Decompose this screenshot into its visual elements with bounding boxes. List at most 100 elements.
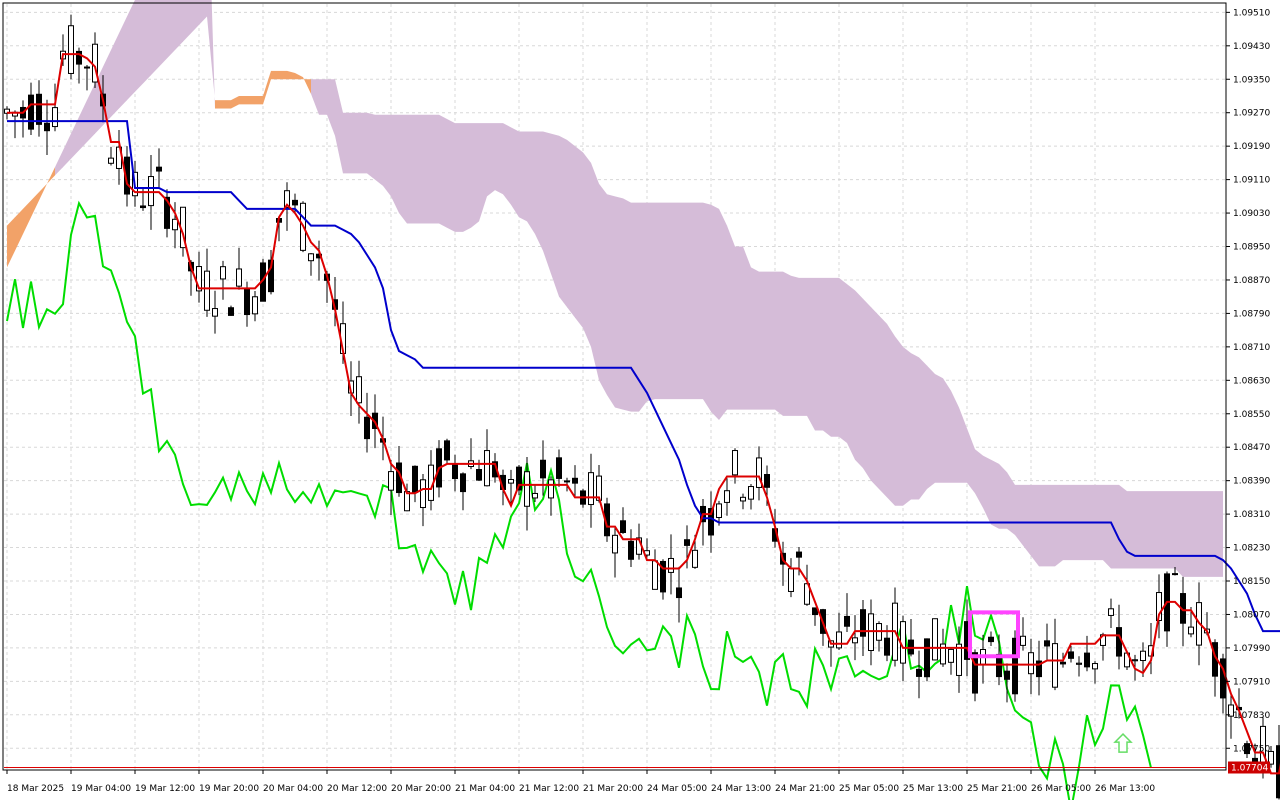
cloud-segment: [855, 290, 863, 469]
price-tick-label: 1.08790: [1233, 309, 1270, 319]
candle-body: [524, 471, 530, 507]
candle-body: [692, 549, 698, 568]
time-tick-label: 19 Mar 12:00: [135, 784, 195, 794]
candle-body: [420, 479, 426, 509]
candle-body: [676, 587, 682, 599]
candle-body: [1188, 626, 1194, 635]
candle-body: [612, 534, 618, 554]
price-tick-label: 1.08070: [1233, 610, 1270, 620]
cloud-segment: [687, 202, 695, 400]
candle-body: [84, 66, 90, 69]
price-tick-label: 1.09190: [1233, 142, 1270, 152]
cloud-segment: [1191, 491, 1199, 577]
cloud-segment: [887, 323, 895, 506]
price-tick-label: 1.08470: [1233, 443, 1270, 453]
cloud-segment: [143, 0, 151, 84]
candle-body: [620, 520, 626, 534]
cloud-segment: [447, 118, 455, 232]
cloud-segment: [327, 79, 335, 136]
cloud-segment: [639, 202, 647, 412]
cloud-segment: [895, 336, 903, 506]
candle-body: [836, 631, 842, 649]
cloud-segment: [559, 135, 567, 308]
cloud-segment: [791, 275, 799, 416]
cloud-segment: [239, 95, 247, 105]
cloud-segment: [607, 194, 615, 408]
cloud-segment: [735, 246, 743, 410]
candle-body: [1020, 635, 1026, 646]
candle-body: [68, 25, 74, 74]
candle-body: [1004, 670, 1010, 680]
time-tick-label: 24 Mar 21:00: [775, 784, 835, 794]
candle-body: [1172, 573, 1178, 576]
candle-body: [52, 107, 58, 128]
cloud-segment: [431, 114, 439, 224]
candle-body: [388, 471, 394, 491]
cloud-segment: [159, 0, 167, 67]
cloud-segment: [919, 357, 927, 500]
cloud-segment: [39, 183, 47, 201]
cloud-segment: [999, 463, 1007, 529]
cloud-segment: [591, 162, 599, 381]
candle-body: [244, 288, 250, 316]
candle-body: [548, 479, 554, 499]
cloud-segment: [1199, 491, 1207, 577]
candle-body: [916, 668, 922, 677]
cloud-segment: [255, 95, 263, 105]
candle-body: [1076, 662, 1082, 665]
time-tick-label: 18 Mar 2025: [7, 784, 64, 794]
candle-body: [1068, 651, 1074, 659]
cloud-segment: [671, 202, 679, 400]
price-tick-label: 1.09270: [1233, 109, 1270, 119]
cloud-segment: [55, 150, 63, 176]
cloud-segment: [263, 70, 271, 105]
time-tick-label: 20 Mar 20:00: [391, 784, 451, 794]
candle-body: [252, 296, 258, 315]
candle-body: [404, 491, 410, 512]
cloud-segment: [71, 116, 79, 159]
price-chart[interactable]: 1.09510 1.09430 1.09350 1.09270 1.09190 1.091…: [0, 0, 1280, 800]
cloud-segment: [695, 202, 703, 400]
cloud-segment: [615, 196, 623, 410]
price-tick-label: 1.08710: [1233, 343, 1270, 353]
cloud-segment: [423, 114, 431, 224]
candle-body: [484, 450, 490, 487]
cloud-segment: [783, 271, 791, 416]
cloud-segment: [103, 49, 111, 126]
cloud-segment: [831, 277, 839, 437]
cloud-segment: [839, 277, 847, 444]
time-tick-label: 19 Mar 20:00: [199, 784, 259, 794]
cloud-segment: [439, 114, 447, 228]
cloud-segment: [935, 374, 943, 483]
cloud-segment: [927, 365, 935, 490]
cloud-segment: [407, 114, 415, 224]
cloud-segment: [647, 202, 655, 402]
candle-body: [540, 459, 546, 479]
time-tick-label: 25 Mar 05:00: [839, 784, 899, 794]
cloud-segment: [863, 298, 871, 481]
cloud-segment: [975, 449, 983, 508]
candle-body: [932, 618, 938, 661]
cloud-segment: [1183, 491, 1191, 577]
cloud-segment: [535, 131, 543, 251]
cloud-segment: [1023, 484, 1031, 556]
candle-body: [356, 376, 362, 404]
cloud-segment: [287, 70, 295, 80]
cloud-segment: [495, 123, 503, 195]
cloud-segment: [1103, 484, 1111, 569]
candle-body: [628, 540, 634, 560]
cloud-segment: [679, 202, 687, 400]
price-tick-label: 1.07750: [1233, 744, 1270, 754]
candle-body: [156, 166, 162, 172]
candle-body: [1116, 627, 1122, 657]
cloud-segment: [959, 407, 967, 483]
cloud-segment: [599, 183, 607, 395]
candle-body: [652, 560, 658, 590]
candle-body: [1060, 661, 1066, 665]
cloud-segment: [1007, 472, 1015, 536]
cloud-segment: [711, 204, 719, 421]
candle-body: [860, 609, 866, 637]
cloud-segment: [479, 123, 487, 222]
cloud-segment: [1175, 491, 1183, 577]
time-tick-label: 21 Mar 12:00: [519, 784, 579, 794]
